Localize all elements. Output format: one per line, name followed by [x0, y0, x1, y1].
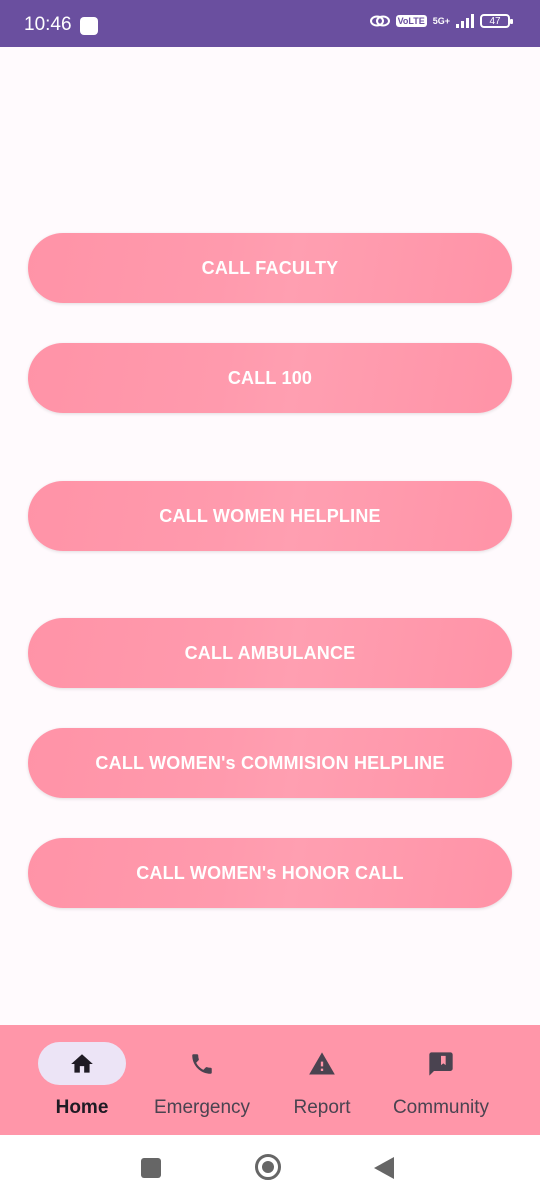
call-ambulance-button[interactable]: CALL AMBULANCE — [28, 618, 512, 688]
nav-label-home: Home — [55, 1097, 109, 1118]
home-circle-icon[interactable] — [254, 1153, 282, 1181]
signal-icon — [456, 14, 474, 28]
call-womens-honor-call-label: CALL WOMEN's HONOR CALL — [136, 862, 404, 883]
call-100-button[interactable]: CALL 100 — [28, 343, 512, 413]
call-faculty-button[interactable]: CALL FACULTY — [28, 233, 512, 303]
nav-label-emergency: Emergency — [153, 1097, 251, 1118]
nav-item-community[interactable]: Community — [381, 1025, 501, 1135]
status-time: 10:46 — [24, 14, 72, 35]
network-type: 5G+ — [432, 15, 450, 26]
notification-icon — [80, 17, 98, 35]
call-faculty-label: CALL FACULTY — [201, 257, 339, 278]
status-icons: VoLTE 5G+ 47 — [369, 14, 513, 28]
recent-apps-icon[interactable] — [140, 1157, 162, 1179]
warning-icon — [309, 1051, 335, 1074]
nav-item-emergency[interactable]: Emergency — [142, 1025, 262, 1135]
nav-item-home[interactable]: Home — [22, 1025, 142, 1135]
phone-icon — [192, 1053, 212, 1074]
call-100-label: CALL 100 — [227, 367, 313, 388]
call-women-helpline-label: CALL WOMEN HELPLINE — [159, 505, 381, 526]
battery-level: 47 — [489, 15, 501, 27]
call-womens-honor-call-button[interactable]: CALL WOMEN's HONOR CALL — [28, 838, 512, 908]
system-navigation-bar — [0, 1135, 540, 1200]
nav-active-indicator — [38, 1042, 126, 1085]
nav-item-report[interactable]: Report — [262, 1025, 382, 1135]
status-bar: 10:46 VoLTE 5G+ 47 — [0, 0, 540, 47]
feedback-icon — [429, 1051, 453, 1076]
nav-label-community: Community — [392, 1097, 490, 1118]
back-triangle-icon[interactable] — [373, 1156, 395, 1180]
volte-icon: VoLTE — [395, 15, 427, 27]
bottom-navigation: Home Emergency Report Community — [0, 1025, 540, 1135]
battery-icon: 47 — [480, 14, 513, 28]
call-womens-commision-helpline-label: CALL WOMEN's COMMISION HELPLINE — [95, 752, 445, 773]
call-ambulance-label: CALL AMBULANCE — [184, 642, 356, 663]
call-womens-commision-helpline-button[interactable]: CALL WOMEN's COMMISION HELPLINE — [28, 728, 512, 798]
call-women-helpline-button[interactable]: CALL WOMEN HELPLINE — [28, 481, 512, 551]
nav-label-report: Report — [293, 1097, 351, 1118]
link-icon — [369, 15, 390, 27]
home-icon — [71, 1053, 93, 1073]
